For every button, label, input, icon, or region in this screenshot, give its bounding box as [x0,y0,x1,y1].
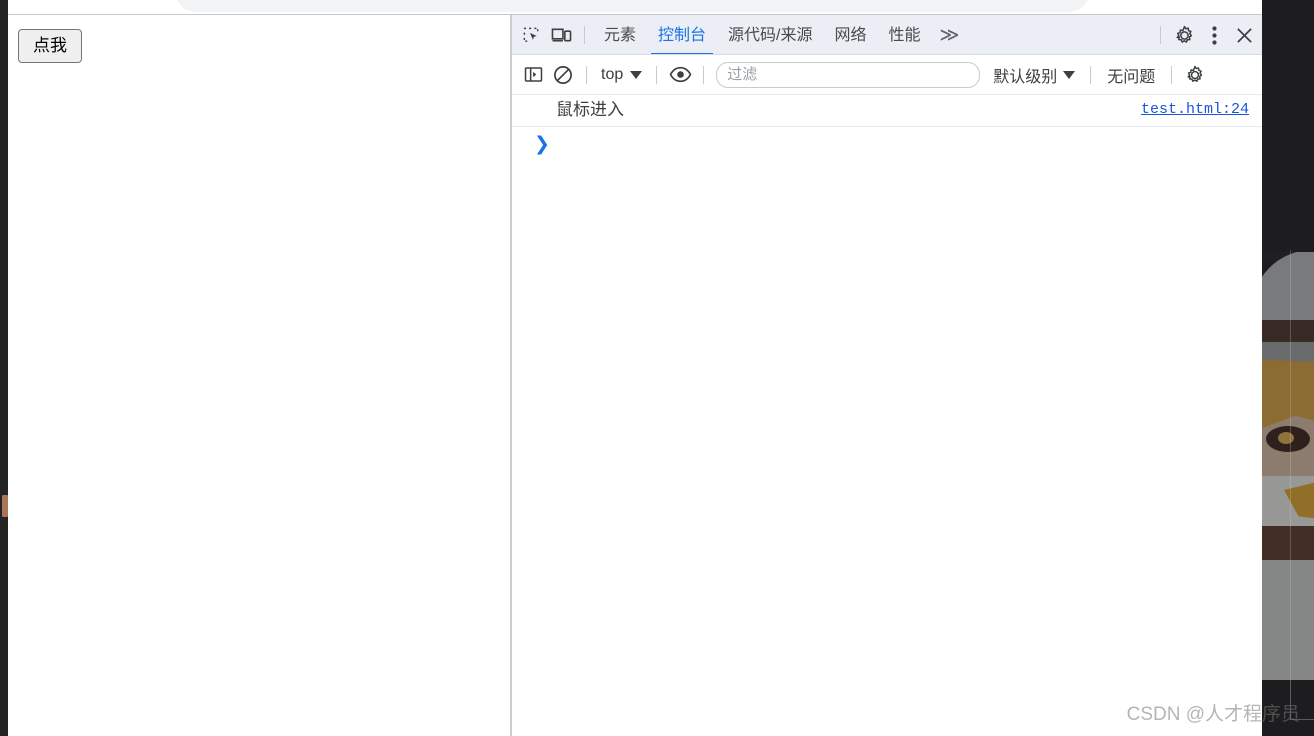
console-message-row[interactable]: 鼠标进入 test.html:24 [512,95,1262,127]
tab-sources[interactable]: 源代码/来源 [717,16,823,55]
execution-context-label: top [601,65,624,83]
background-window-edge [1290,250,1291,680]
filter-separator-5 [1171,65,1173,84]
console-filter-input[interactable] [716,61,981,88]
page-viewport: 点我 [8,15,511,736]
live-expression-eye-icon[interactable] [665,60,695,90]
toolbar-separator-right [1160,26,1161,44]
tab-elements[interactable]: 元素 [593,16,647,55]
filter-separator-4 [1090,65,1092,84]
devtools-panel: 元素 控制台 源代码/来源 网络 性能 ≫ top 过滤 默认级别 无问题 鼠标… [511,15,1262,736]
tab-performance[interactable]: 性能 [878,16,932,55]
filter-separator-3 [703,65,705,84]
tab-network[interactable]: 网络 [823,16,877,55]
devtools-tabbar: 元素 控制台 源代码/来源 网络 性能 ≫ [512,15,1262,55]
more-tabs-button[interactable]: ≫ [932,26,968,45]
console-source-link[interactable]: test.html:24 [1141,99,1249,118]
browser-window: 点我 元素 控制台 源代码/来源 网络 性能 ≫ top 过滤 默认级别 无问题… [8,0,1262,736]
prompt-caret-icon: ❯ [534,134,550,156]
more-vertical-icon[interactable] [1199,20,1229,50]
console-output: 鼠标进入 test.html:24 ❯ [512,95,1262,736]
screen: 点我 元素 控制台 源代码/来源 网络 性能 ≫ top 过滤 默认级别 无问题… [0,0,1314,736]
browser-toolbar-strip [8,0,1262,15]
log-level-label: 默认级别 [993,68,1058,86]
desktop-wallpaper-character [1262,250,1314,680]
inspect-element-icon[interactable] [516,20,546,50]
console-filter-toolbar: top 默认级别 无问题 [512,55,1262,95]
execution-context-selector[interactable]: top [595,64,648,86]
filter-separator-1 [586,65,587,84]
toolbar-separator [584,26,585,44]
issues-status[interactable]: 无问题 [1099,61,1163,89]
chevron-down-icon-level [1063,70,1076,79]
tab-console[interactable]: 控制台 [647,16,717,55]
click-me-button[interactable]: 点我 [18,29,82,64]
console-prompt-row[interactable]: ❯ [512,127,1262,163]
close-icon[interactable] [1229,20,1259,50]
clear-console-icon[interactable] [548,60,578,90]
filter-separator-2 [656,65,658,84]
chevron-down-icon [630,70,643,79]
log-level-selector[interactable]: 默认级别 [986,61,1082,89]
console-settings-gear-icon[interactable] [1180,60,1210,90]
gear-icon[interactable] [1169,20,1199,50]
left-edge-dark-strip [0,0,8,736]
device-toolbar-icon[interactable] [546,20,576,50]
address-bar[interactable] [175,0,1090,12]
console-sidebar-icon[interactable] [518,60,548,90]
desktop-upper-dark-area [1262,0,1314,252]
console-message-text: 鼠标进入 [556,100,624,119]
